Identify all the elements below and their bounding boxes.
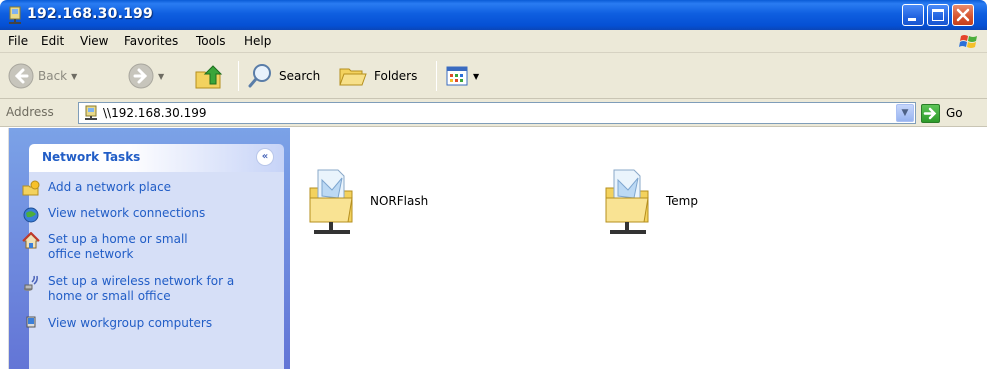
address-label: Address	[6, 105, 54, 119]
wireless-network-icon	[24, 275, 38, 291]
go-label: Go	[946, 106, 963, 120]
search-label: Search	[279, 69, 321, 83]
add-network-place-icon	[22, 180, 40, 196]
maximize-icon	[932, 9, 944, 21]
menu-edit[interactable]: Edit	[41, 34, 64, 48]
task-pane: Network Tasks « Add a network place View…	[9, 128, 290, 369]
address-value[interactable]: \\192.168.30.199	[103, 106, 207, 120]
network-folder-icon	[605, 169, 649, 234]
minimize-button[interactable]	[902, 4, 924, 26]
task-label: View workgroup computers	[48, 316, 213, 330]
search-icon	[248, 64, 271, 88]
go-button[interactable]: Go	[921, 103, 963, 123]
network-folder-icon	[309, 169, 353, 234]
task-wireless-network[interactable]: Set up a wireless network for a home or …	[22, 274, 242, 304]
menu-favorites[interactable]: Favorites	[124, 34, 178, 48]
minimize-icon	[908, 18, 916, 21]
forward-dropdown-icon[interactable]: ▼	[158, 72, 164, 81]
close-icon	[956, 8, 970, 22]
up-folder-icon	[195, 65, 223, 89]
maximize-button[interactable]	[927, 4, 949, 26]
search-button[interactable]: Search	[247, 59, 320, 93]
collapse-chevron-icon[interactable]: «	[256, 148, 274, 166]
menu-file[interactable]: File	[8, 34, 28, 48]
address-input[interactable]: \\192.168.30.199 ▼	[78, 102, 916, 124]
address-dropdown-icon[interactable]: ▼	[896, 104, 914, 122]
close-button[interactable]	[952, 4, 974, 26]
content-area: NORFlash Temp	[290, 128, 987, 369]
network-share-icon	[9, 6, 21, 24]
task-label: Set up a wireless network for a home or …	[48, 274, 235, 303]
back-label: Back	[38, 69, 68, 83]
network-share-icon	[85, 105, 97, 120]
title-bar: 192.168.30.199	[0, 0, 987, 30]
windows-logo-icon	[959, 35, 977, 48]
task-view-workgroup-computers[interactable]: View workgroup computers	[22, 316, 212, 334]
folders-button[interactable]: Folders	[338, 59, 417, 93]
workgroup-computers-icon	[26, 316, 36, 328]
up-folder-button[interactable]	[194, 59, 224, 93]
forward-arrow-icon	[128, 63, 154, 89]
menu-view[interactable]: View	[80, 34, 108, 48]
toolbar-separator	[238, 61, 239, 91]
share-name: Temp	[666, 194, 698, 208]
task-label: Add a network place	[48, 180, 172, 194]
network-connections-icon	[23, 207, 39, 223]
views-button[interactable]: ▼	[445, 59, 479, 93]
views-icon	[446, 66, 468, 86]
share-item-temp[interactable]: Temp	[604, 166, 698, 238]
home-network-icon	[22, 232, 40, 249]
task-home-network[interactable]: Set up a home or small office network	[22, 232, 222, 262]
share-name: NORFlash	[370, 194, 429, 208]
go-arrow-icon	[921, 103, 940, 123]
share-item-norflash[interactable]: NORFlash	[308, 166, 428, 238]
back-button[interactable]: Back ▼	[8, 59, 77, 93]
views-dropdown-icon[interactable]: ▼	[473, 72, 479, 81]
toolbar: Back ▼ ▼ Search Folders ▼	[0, 53, 987, 99]
pane-edge	[0, 128, 9, 369]
task-label: Set up a home or small office network	[48, 232, 188, 261]
menu-bar: File Edit View Favorites Tools Help	[0, 30, 987, 53]
folders-label: Folders	[374, 69, 418, 83]
menu-tools[interactable]: Tools	[196, 34, 226, 48]
back-arrow-icon	[8, 63, 34, 89]
toolbar-separator	[436, 61, 437, 91]
task-panel-header[interactable]: Network Tasks «	[29, 144, 284, 172]
task-panel-title: Network Tasks	[42, 150, 141, 164]
task-label: View network connections	[48, 206, 206, 220]
menu-help[interactable]: Help	[244, 34, 271, 48]
address-bar: Address \\192.168.30.199 ▼ Go	[0, 99, 987, 127]
back-dropdown-icon[interactable]: ▼	[71, 72, 77, 81]
task-view-network-connections[interactable]: View network connections	[22, 206, 205, 224]
folders-icon	[339, 68, 367, 86]
window-title: 192.168.30.199	[27, 6, 153, 22]
task-add-network-place[interactable]: Add a network place	[22, 180, 171, 198]
forward-button[interactable]: ▼	[128, 59, 164, 93]
